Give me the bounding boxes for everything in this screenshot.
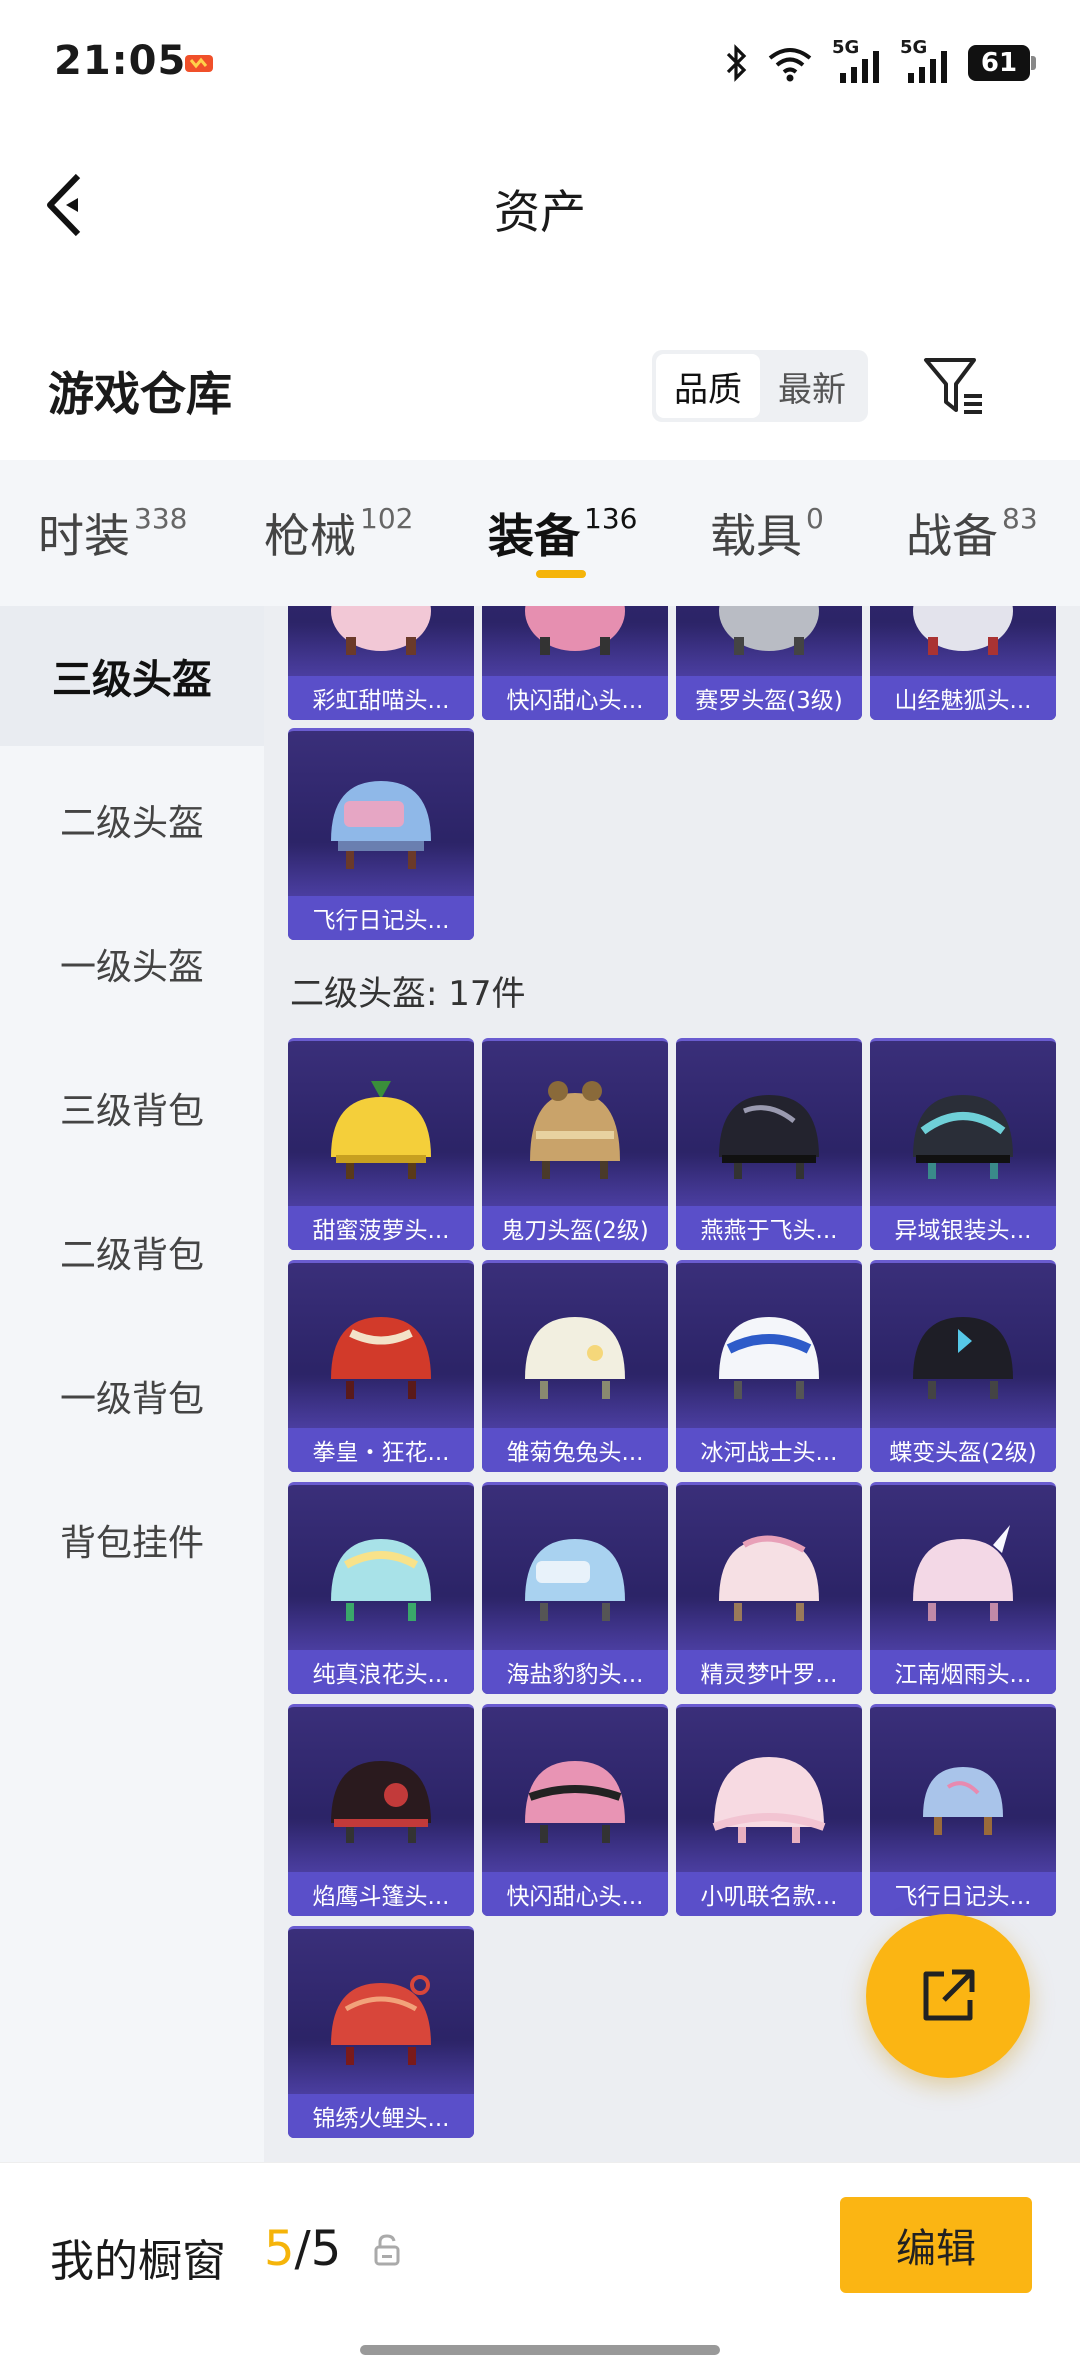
- item-card[interactable]: 彩虹甜喵头...: [288, 606, 474, 720]
- item-card[interactable]: 雏菊兔兔头...: [482, 1260, 668, 1472]
- signal-icon: 5G: [900, 37, 950, 85]
- item-card[interactable]: 鬼刀头盔(2级): [482, 1038, 668, 1250]
- helmet-icon: [719, 1317, 819, 1399]
- helmet-icon: [530, 1081, 620, 1179]
- helmet-icon: [331, 1317, 431, 1399]
- item-card[interactable]: 海盐豹豹头...: [482, 1482, 668, 1694]
- item-card[interactable]: 快闪甜心头...: [482, 1704, 668, 1916]
- helmet-icon: [525, 1761, 625, 1843]
- subcategory-item-level2-backpack[interactable]: 二级背包: [0, 1182, 264, 1322]
- item-card[interactable]: 冰河战士头...: [676, 1260, 862, 1472]
- wifi-icon: [768, 48, 812, 82]
- tab-fashion[interactable]: 时装 338: [38, 500, 187, 566]
- item-card[interactable]: 山经魅狐头...: [870, 606, 1056, 720]
- sort-by-newest-button[interactable]: 最新: [760, 354, 864, 418]
- helmet-icon: [913, 606, 1013, 655]
- item-card[interactable]: 快闪甜心头...: [482, 606, 668, 720]
- helmet-icon: [331, 606, 431, 655]
- helmet-icon: [525, 606, 625, 655]
- warehouse-title: 游戏仓库: [48, 367, 232, 421]
- tab-firearms[interactable]: 枪械 102: [264, 500, 413, 566]
- helmet-icon: [719, 1535, 819, 1621]
- subcategory-item-level2-helmet[interactable]: 二级头盔: [0, 750, 264, 890]
- unlock-icon: [374, 2234, 400, 2266]
- subcategory-item-level1-backpack[interactable]: 一级背包: [0, 1326, 264, 1466]
- category-tabs: 时装 338 枪械 102 装备 136 载具 0 战备 83: [0, 460, 1080, 606]
- helmet-icon: [923, 1767, 1003, 1835]
- showcase-count: 5/5: [264, 2221, 342, 2277]
- item-card[interactable]: 拳皇・狂花...: [288, 1260, 474, 1472]
- page-title: 资产: [494, 185, 586, 239]
- subcategory-nav: 三级头盔 二级头盔 一级头盔 三级背包 二级背包 一级背包 背包挂件: [0, 606, 264, 2162]
- section-heading-level2-helmet: 二级头盔: 17件: [290, 974, 526, 1014]
- item-card[interactable]: 甜蜜菠萝头...: [288, 1038, 474, 1250]
- status-bar: 21:05 5G 5G 61: [0, 0, 1080, 120]
- share-button[interactable]: [866, 1914, 1030, 2078]
- app-notification-icon: [185, 55, 213, 72]
- home-indicator[interactable]: [360, 2345, 720, 2355]
- signal-icon: 5G: [832, 37, 882, 85]
- helmet-icon: [712, 1757, 826, 1843]
- battery-icon: 61: [968, 45, 1036, 81]
- tab-vehicles[interactable]: 载具 0: [710, 500, 824, 566]
- edit-button[interactable]: 编辑: [840, 2197, 1032, 2293]
- active-tab-indicator: [536, 570, 586, 578]
- item-card[interactable]: 锦绣火鲤头...: [288, 1926, 474, 2138]
- helmet-icon: [331, 1539, 431, 1621]
- helmet-icon: [719, 1095, 819, 1179]
- showcase-bar: 我的橱窗 5/5 编辑: [0, 2162, 1080, 2376]
- helmet-icon: [913, 1525, 1013, 1621]
- item-card[interactable]: 江南烟雨头...: [870, 1482, 1056, 1694]
- item-card[interactable]: 赛罗头盔(3级): [676, 606, 862, 720]
- showcase-label: 我的橱窗: [50, 2236, 226, 2287]
- subcategory-item-level3-backpack[interactable]: 三级背包: [0, 1038, 264, 1178]
- helmet-icon: [913, 1317, 1013, 1399]
- sort-toggle: 品质 最新: [652, 350, 868, 422]
- helmet-icon: [525, 1317, 625, 1399]
- tab-equipment[interactable]: 装备 136: [488, 500, 637, 566]
- helmet-icon: [331, 781, 431, 869]
- subcategory-item-level3-helmet[interactable]: 三级头盔: [0, 606, 264, 746]
- item-card[interactable]: 燕燕于飞头...: [676, 1038, 862, 1250]
- app-header: 资产: [0, 140, 1080, 270]
- helmet-icon: [331, 1761, 431, 1843]
- item-card[interactable]: 飞行日记头...: [870, 1704, 1056, 1916]
- sort-by-quality-button[interactable]: 品质: [656, 354, 760, 418]
- item-card[interactable]: 纯真浪花头...: [288, 1482, 474, 1694]
- item-card[interactable]: 蝶变头盔(2级): [870, 1260, 1056, 1472]
- helmet-icon: [331, 1975, 431, 2065]
- status-time: 21:05: [54, 38, 187, 84]
- helmet-icon: [913, 1095, 1013, 1179]
- status-icons: 5G 5G 61: [724, 37, 1036, 88]
- filter-icon[interactable]: [920, 354, 988, 418]
- subcategory-item-backpack-charm[interactable]: 背包挂件: [0, 1470, 264, 1610]
- tab-supplies[interactable]: 战备 83: [906, 500, 1038, 566]
- helmet-icon: [331, 1081, 431, 1179]
- subcategory-item-level1-helmet[interactable]: 一级头盔: [0, 894, 264, 1034]
- item-card[interactable]: 飞行日记头...: [288, 728, 474, 940]
- item-card[interactable]: 焰鹰斗篷头...: [288, 1704, 474, 1916]
- item-card[interactable]: 小叽联名款...: [676, 1704, 862, 1916]
- item-card[interactable]: 精灵梦叶罗...: [676, 1482, 862, 1694]
- helmet-icon: [525, 1539, 625, 1621]
- item-card[interactable]: 异域银装头...: [870, 1038, 1056, 1250]
- bluetooth-icon: [726, 44, 747, 82]
- helmet-icon: [719, 606, 819, 655]
- share-icon: [923, 1969, 975, 2021]
